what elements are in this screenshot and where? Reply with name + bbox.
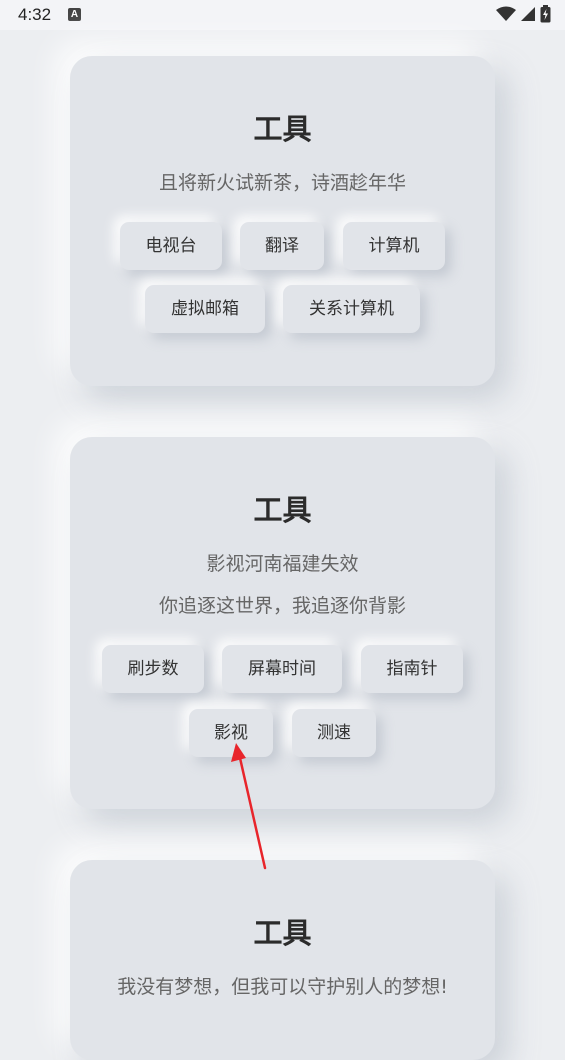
screen-time-button[interactable]: 屏幕时间 <box>222 645 342 693</box>
calculator-button[interactable]: 计算机 <box>343 222 445 270</box>
accessibility-a-icon: A <box>68 8 81 21</box>
status-icons <box>496 5 551 23</box>
signal-icon <box>521 7 535 21</box>
card-title: 工具 <box>253 493 312 527</box>
battery-charging-icon <box>540 5 551 23</box>
tool-card-2: 工具 影视河南福建失效 你追逐这世界，我追逐你背影 刷步数 屏幕时间 指南针 影… <box>70 437 495 809</box>
step-count-button[interactable]: 刷步数 <box>102 645 204 693</box>
card-subtitle: 影视河南福建失效 <box>206 553 359 575</box>
tool-card-3: 工具 我没有梦想，但我可以守护别人的梦想! <box>70 860 495 1060</box>
tv-station-button[interactable]: 电视台 <box>120 222 222 270</box>
tool-card-1: 工具 且将新火试新茶，诗酒趁年华 电视台 翻译 计算机 虚拟邮箱 关系计算机 <box>70 56 495 386</box>
compass-button[interactable]: 指南针 <box>361 645 463 693</box>
card-title: 工具 <box>253 916 312 950</box>
video-button[interactable]: 影视 <box>189 709 273 757</box>
status-bar: 4:32 A <box>0 0 565 30</box>
speed-test-button[interactable]: 测速 <box>292 709 376 757</box>
virtual-mailbox-button[interactable]: 虚拟邮箱 <box>145 285 265 333</box>
translate-button[interactable]: 翻译 <box>240 222 324 270</box>
relation-calculator-button[interactable]: 关系计算机 <box>283 285 420 333</box>
status-time: 4:32 <box>18 5 52 24</box>
wifi-icon <box>496 6 516 21</box>
card-title: 工具 <box>253 112 312 146</box>
card-subtitle: 且将新火试新茶，诗酒趁年华 <box>158 172 406 194</box>
card-subtitle-2: 你追逐这世界，我追逐你背影 <box>158 595 406 617</box>
card-subtitle: 我没有梦想，但我可以守护别人的梦想! <box>117 976 448 998</box>
